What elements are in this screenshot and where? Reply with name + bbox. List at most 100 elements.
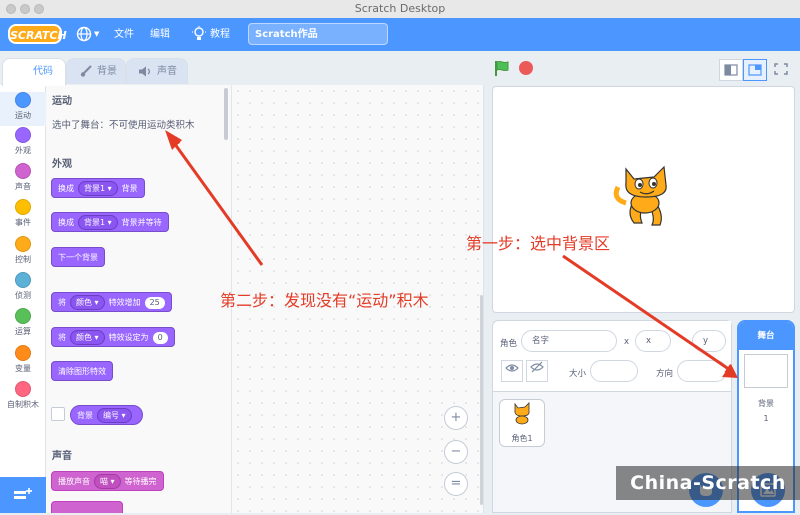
number-name-dropdown[interactable]: 编号 ▾ xyxy=(97,408,132,423)
x-input[interactable]: x xyxy=(635,330,671,352)
stop-button[interactable] xyxy=(519,61,533,75)
y-input[interactable]: y xyxy=(692,330,726,352)
category-6[interactable]: 运算 xyxy=(0,308,46,342)
tab-backdrops[interactable]: 背景 xyxy=(66,58,126,84)
sound-block-partial[interactable] xyxy=(51,501,123,513)
sound-dropdown[interactable]: 喵 ▾ xyxy=(94,474,121,489)
category-0[interactable]: 运动 xyxy=(0,92,46,126)
globe-icon[interactable] xyxy=(76,26,92,42)
zoom-reset-button[interactable]: = xyxy=(444,472,468,496)
category-label: 声音 xyxy=(15,182,31,191)
block-text: 背景 xyxy=(77,411,93,420)
set-effect-block[interactable]: 将颜色 ▾ 特效设定为 0 xyxy=(51,327,175,347)
zoom-out-button[interactable]: − xyxy=(444,440,468,464)
small-stage-button[interactable] xyxy=(719,59,743,81)
zoom-in-button[interactable]: + xyxy=(444,406,468,430)
block-text: 换成 xyxy=(58,184,74,193)
block-text: 换成 xyxy=(58,218,74,227)
effect-value-input[interactable]: 0 xyxy=(152,332,168,344)
category-label: 自制积木 xyxy=(7,400,39,409)
block-text: 将 xyxy=(58,333,66,342)
backdrop-reporter-checkbox[interactable] xyxy=(51,407,65,421)
category-label: 外观 xyxy=(15,146,31,155)
backdrop-number-reporter[interactable]: 背景 编号 ▾ xyxy=(70,405,143,425)
project-title-input[interactable]: Scratch作品 xyxy=(248,23,388,45)
block-text: 将 xyxy=(58,298,66,307)
category-label: 控制 xyxy=(15,255,31,264)
block-text: 特效增加 xyxy=(108,298,141,307)
lightbulb-icon[interactable] xyxy=(192,26,206,42)
menu-tutorials[interactable]: 教程 xyxy=(210,18,230,51)
workspace-scrollbar[interactable] xyxy=(480,295,483,505)
palette-scrollbar[interactable] xyxy=(224,88,228,140)
category-7[interactable]: 变量 xyxy=(0,345,46,379)
green-flag-icon[interactable] xyxy=(494,60,512,76)
switch-backdrop-block[interactable]: 换成 背景1 ▾ 背景 xyxy=(51,178,145,198)
category-label: 运算 xyxy=(15,327,31,336)
category-color-dot xyxy=(15,308,31,324)
fullscreen-icon xyxy=(774,63,788,75)
backdrop-dropdown[interactable]: 背景1 ▾ xyxy=(78,181,118,196)
step2-annotation: 第二步：发现没有“运动”积木 xyxy=(220,291,429,310)
show-sprite-button[interactable] xyxy=(501,360,523,382)
scratch-logo[interactable]: SCRATCH xyxy=(8,24,67,44)
sounds-tab-label: 声音 xyxy=(157,66,177,77)
next-backdrop-block[interactable]: 下一个背景 xyxy=(51,247,105,267)
size-input[interactable] xyxy=(590,360,638,382)
category-5[interactable]: 侦测 xyxy=(0,272,46,306)
category-label: 事件 xyxy=(15,218,31,227)
clear-graphic-effects-block[interactable]: 清除图形特效 xyxy=(51,361,113,381)
block-text: 等待播完 xyxy=(124,477,157,486)
category-color-dot xyxy=(15,236,31,252)
motion-unavailable-note: 选中了舞台：不可使用运动类积木 xyxy=(52,120,195,131)
tab-code[interactable]: 代码 xyxy=(2,58,66,86)
sprite-tile-name: 角色1 xyxy=(511,434,533,443)
block-text: 播放声音 xyxy=(58,477,90,486)
play-sound-until-done-block[interactable]: 播放声音喵 ▾ 等待播完 xyxy=(51,471,164,491)
effect-dropdown[interactable]: 颜色 ▾ xyxy=(70,295,105,310)
hide-sprite-button[interactable] xyxy=(526,360,548,382)
category-color-dot xyxy=(15,272,31,288)
backdrops-tab-label: 背景 xyxy=(97,66,117,77)
backdrop-dropdown[interactable]: 背景1 ▾ xyxy=(78,215,118,230)
menu-file[interactable]: 文件 xyxy=(114,18,134,51)
watermark: China-Scratch xyxy=(616,466,800,500)
switch-backdrop-and-wait-block[interactable]: 换成 背景1 ▾ 背景并等待 xyxy=(51,212,169,232)
menu-edit[interactable]: 编辑 xyxy=(150,18,170,51)
tab-sounds[interactable]: 声音 xyxy=(126,58,188,84)
paintbrush-icon xyxy=(80,65,92,77)
category-3[interactable]: 事件 xyxy=(0,199,46,233)
category-color-dot xyxy=(15,345,31,361)
direction-input[interactable] xyxy=(677,360,727,382)
category-label: 侦测 xyxy=(15,291,31,300)
language-chevron-down-icon[interactable]: ▼ xyxy=(94,30,99,38)
category-4[interactable]: 控制 xyxy=(0,236,46,270)
normal-stage-button[interactable] xyxy=(743,59,767,81)
sprite-name-input[interactable]: 名字 xyxy=(521,330,617,352)
window-title: Scratch Desktop xyxy=(354,2,446,15)
sprite-thumbnail-icon xyxy=(512,402,532,426)
category-color-dot xyxy=(15,163,31,179)
backdrops-label: 背景 xyxy=(758,399,774,408)
category-color-dot xyxy=(15,127,31,143)
step1-annotation: 第一步：选中背景区 xyxy=(466,234,611,253)
category-8[interactable]: 自制积木 xyxy=(0,381,46,415)
cat-sprite-image[interactable] xyxy=(612,163,676,229)
category-label: 运动 xyxy=(15,111,31,120)
x-label: x xyxy=(624,337,630,347)
backdrop-thumbnail[interactable] xyxy=(744,354,788,388)
sprite-label: 角色 xyxy=(500,339,518,349)
category-color-dot xyxy=(15,381,31,397)
effect-dropdown[interactable]: 颜色 ▾ xyxy=(70,330,105,345)
normal-stage-icon xyxy=(748,64,762,76)
motion-section-title: 运动 xyxy=(52,96,72,107)
category-color-dot xyxy=(15,199,31,215)
small-stage-icon xyxy=(724,64,738,76)
change-effect-block[interactable]: 将颜色 ▾ 特效增加 25 xyxy=(51,292,172,312)
fullscreen-button[interactable] xyxy=(770,59,794,81)
block-palette: 运动 选中了舞台：不可使用运动类积木 外观 换成 背景1 ▾ 背景 换成 背景1 ▾ 背… xyxy=(46,85,232,513)
add-extension-button[interactable] xyxy=(0,477,46,513)
category-2[interactable]: 声音 xyxy=(0,163,46,197)
effect-amount-input[interactable]: 25 xyxy=(144,297,165,309)
category-1[interactable]: 外观 xyxy=(0,127,46,161)
